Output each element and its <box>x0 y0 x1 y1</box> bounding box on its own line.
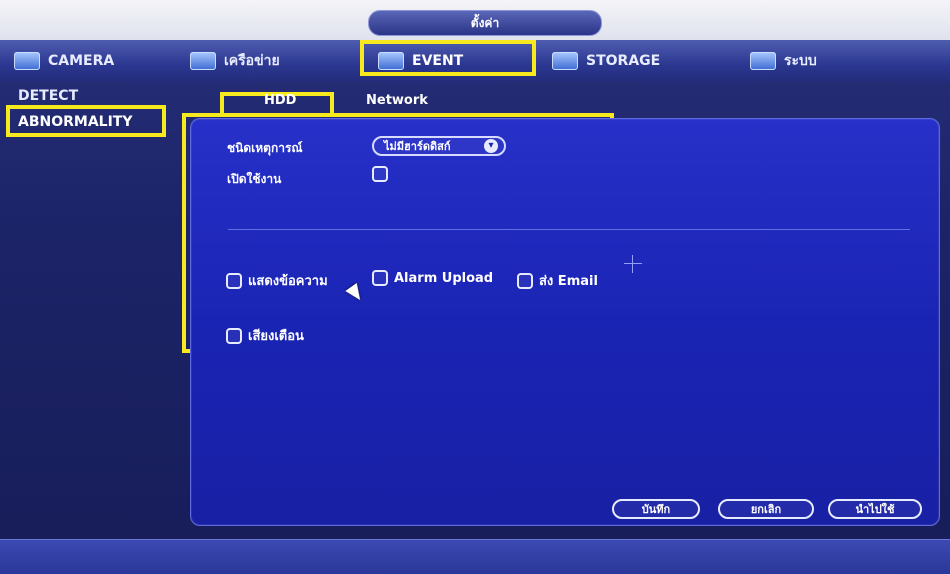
camera-icon <box>14 52 40 70</box>
crosshair-icon <box>624 255 642 273</box>
show-message-label: แสดงข้อความ <box>248 274 328 289</box>
tab-camera-label: CAMERA <box>48 53 115 69</box>
bottom-bar <box>0 539 950 574</box>
tab-storage[interactable]: STORAGE <box>552 46 660 76</box>
content-panel <box>190 118 940 526</box>
tab-network[interactable]: เครือข่าย <box>190 46 280 76</box>
dvr-settings-screen: ตั้งค่า CAMERA เครือข่าย EVENT STORAGE ร… <box>0 0 950 574</box>
save-button[interactable]: บันทึก <box>612 499 700 519</box>
tab-network-label: เครือข่าย <box>224 53 280 69</box>
event-type-value: ไม่มีฮาร์ดดิสก์ <box>384 140 451 153</box>
send-email-option[interactable]: ส่ง Email <box>517 270 598 291</box>
cancel-button[interactable]: ยกเลิก <box>718 499 814 519</box>
alarm-upload-checkbox[interactable] <box>372 270 388 286</box>
send-email-checkbox[interactable] <box>517 272 533 289</box>
sound-label: เสียงเตือน <box>248 329 304 344</box>
event-type-label: ชนิดเหตุการณ์ <box>227 141 303 155</box>
apply-button[interactable]: นำไปใช้ <box>828 499 922 519</box>
network-icon <box>190 52 216 70</box>
system-icon <box>750 52 776 70</box>
left-menu-detect[interactable]: DETECT <box>18 88 78 104</box>
enable-label: เปิดใช้งาน <box>227 172 282 186</box>
show-message-checkbox[interactable] <box>226 272 242 289</box>
alarm-upload-option[interactable]: Alarm Upload <box>372 270 493 286</box>
send-email-label: ส่ง Email <box>539 274 598 289</box>
chevron-down-icon: ▾ <box>484 139 498 153</box>
alarm-upload-label: Alarm Upload <box>394 270 494 286</box>
tab-system-label: ระบบ <box>784 53 817 69</box>
tab-camera[interactable]: CAMERA <box>14 46 114 76</box>
event-type-select[interactable]: ไม่มีฮาร์ดดิสก์ ▾ <box>372 136 506 156</box>
subtab-hdd[interactable]: HDD <box>264 93 296 108</box>
sound-option[interactable]: เสียงเตือน <box>226 325 304 346</box>
sound-checkbox[interactable] <box>226 327 242 344</box>
subtab-network[interactable]: Network <box>366 93 428 108</box>
left-menu-abnormality[interactable]: ABNORMALITY <box>18 114 133 130</box>
tab-storage-label: STORAGE <box>586 53 661 69</box>
enable-checkbox[interactable] <box>372 166 388 182</box>
show-message-option[interactable]: แสดงข้อความ <box>226 270 328 291</box>
storage-icon <box>552 52 578 70</box>
window-title: ตั้งค่า <box>368 10 602 36</box>
tab-system[interactable]: ระบบ <box>750 46 817 76</box>
section-divider <box>228 229 910 230</box>
highlight-event-tab <box>360 40 536 76</box>
